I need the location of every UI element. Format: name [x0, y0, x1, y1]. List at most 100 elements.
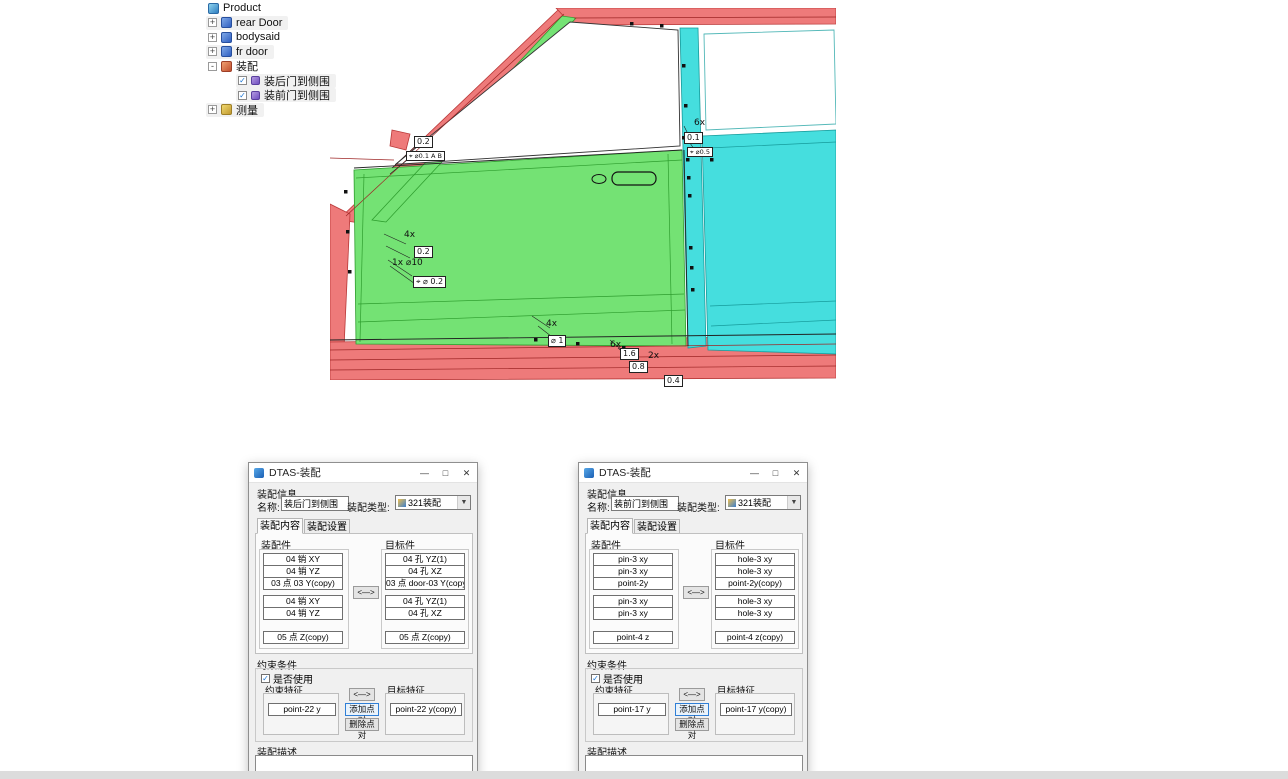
tree-item-label: 装配: [236, 58, 258, 74]
target-item[interactable]: 04 孔 XZ: [385, 607, 465, 620]
maximize-button[interactable]: □: [435, 464, 456, 482]
body-front-fender[interactable]: [330, 204, 350, 348]
dialog-titlebar[interactable]: DTAS-装配 — □ ✕: [579, 463, 807, 483]
tree-item-bodysaid[interactable]: + bodysaid: [206, 30, 286, 44]
expand-plus-icon[interactable]: +: [208, 105, 217, 114]
dtas-dialog-front-door: DTAS-装配 — □ ✕ 装配信息 名称: 装配类型: 321装配 ▼ 装配内…: [578, 462, 808, 779]
target-item[interactable]: 03 点 door-03 Y(copy): [385, 577, 465, 590]
target-feature-item[interactable]: point-17 y(copy): [720, 703, 792, 716]
tree-item-product[interactable]: Product: [206, 1, 267, 15]
tree-item-label: Product: [223, 2, 261, 14]
assembly-type-label: 装配类型:: [677, 499, 720, 514]
close-button[interactable]: ✕: [786, 464, 807, 482]
tab-assembly-content[interactable]: 装配内容: [587, 518, 633, 534]
checkbox-checked-icon[interactable]: ✓: [238, 91, 247, 100]
name-label: 名称:: [257, 499, 280, 514]
assembly-item[interactable]: pin-3 xy: [593, 607, 673, 620]
tree-item-label: rear Door: [236, 17, 282, 29]
minimize-button[interactable]: —: [414, 464, 435, 482]
count-annotation: 6x: [694, 118, 705, 128]
tree-item-assembly[interactable]: - 装配: [206, 59, 264, 73]
assembly-type-icon: [398, 499, 406, 507]
bottom-strip: [0, 771, 1288, 779]
assembly-icon: [221, 61, 232, 72]
dialog-title: DTAS-装配: [599, 465, 744, 480]
swap-button[interactable]: <—>: [349, 688, 375, 701]
collapse-minus-icon[interactable]: -: [208, 62, 217, 71]
delete-point-pair-button[interactable]: 删除点对: [345, 718, 379, 731]
maximize-button[interactable]: □: [765, 464, 786, 482]
measure-icon: [221, 104, 232, 115]
gdt-annotation: ⌖ ⌀0.1 A B: [406, 151, 445, 161]
gdt-annotation: ⌖ ⌀ 0.2: [413, 276, 446, 288]
assembly-feature-icon: [251, 91, 260, 100]
checkbox-checked-icon[interactable]: ✓: [261, 674, 270, 683]
product-tree: Product + rear Door + bodysaid + fr door…: [206, 1, 336, 117]
checkbox-checked-icon[interactable]: ✓: [238, 76, 247, 85]
dialog-title: DTAS-装配: [269, 465, 414, 480]
swap-button[interactable]: <—>: [679, 688, 705, 701]
app-stage: Product + rear Door + bodysaid + fr door…: [0, 0, 1288, 779]
tree-item-assembly-front-door-to-side[interactable]: ✓ 装前门到侧围: [236, 88, 336, 102]
target-feature-item[interactable]: point-22 y(copy): [390, 703, 462, 716]
assembly-type-value: 321装配: [738, 496, 787, 509]
tree-item-fr-door[interactable]: + fr door: [206, 45, 274, 59]
count-annotation: 4x: [404, 230, 415, 240]
part-icon: [221, 17, 232, 28]
constraint-feature-item[interactable]: point-17 y: [598, 703, 666, 716]
tree-item-measure[interactable]: + 测量: [206, 103, 264, 117]
expand-plus-icon[interactable]: +: [208, 47, 217, 56]
assembly-item[interactable]: point-2y: [593, 577, 673, 590]
add-point-pair-button[interactable]: 添加点对: [345, 703, 379, 716]
assembly-type-select[interactable]: 321装配 ▼: [395, 495, 471, 510]
cad-viewport[interactable]: [330, 8, 836, 380]
gdt-annotation: 0.4: [664, 375, 683, 387]
tree-item-assembly-rear-door-to-side[interactable]: ✓ 装后门到侧围: [236, 74, 336, 88]
close-button[interactable]: ✕: [456, 464, 477, 482]
assembly-item[interactable]: 04 销 YZ: [263, 607, 343, 620]
gdt-annotation: 0.2: [414, 136, 433, 148]
delete-point-pair-button[interactable]: 删除点对: [675, 718, 709, 731]
gdt-annotation: ⌖ ⌀0.5: [687, 147, 713, 157]
tree-item-label: 装前门到侧围: [264, 87, 330, 103]
rear-door-panel[interactable]: [702, 130, 836, 354]
assembly-type-icon: [728, 499, 736, 507]
assembly-item[interactable]: 05 点 Z(copy): [263, 631, 343, 644]
car-side-view[interactable]: [330, 8, 836, 380]
name-input[interactable]: [281, 496, 349, 511]
add-point-pair-button[interactable]: 添加点对: [675, 703, 709, 716]
name-label: 名称:: [587, 499, 610, 514]
tree-item-label: fr door: [236, 46, 268, 58]
tab-assembly-content[interactable]: 装配内容: [257, 518, 303, 534]
dtas-dialog-rear-door: DTAS-装配 — □ ✕ 装配信息 名称: 装配类型: 321装配 ▼ 装配内…: [248, 462, 478, 779]
dialog-titlebar[interactable]: DTAS-装配 — □ ✕: [249, 463, 477, 483]
assembly-type-select[interactable]: 321装配 ▼: [725, 495, 801, 510]
tree-item-rear-door[interactable]: + rear Door: [206, 16, 288, 30]
target-item[interactable]: point-2y(copy): [715, 577, 795, 590]
constraint-feature-item[interactable]: point-22 y: [268, 703, 336, 716]
gdt-annotation: 0.8: [629, 361, 648, 373]
gdt-annotation: 0.2: [414, 246, 433, 258]
target-item[interactable]: 05 点 Z(copy): [385, 631, 465, 644]
side-mirror[interactable]: [390, 130, 410, 150]
chevron-down-icon[interactable]: ▼: [787, 496, 800, 509]
target-item[interactable]: hole-3 xy: [715, 607, 795, 620]
expand-plus-icon[interactable]: +: [208, 33, 217, 42]
target-item[interactable]: point-4 z(copy): [715, 631, 795, 644]
name-input[interactable]: [611, 496, 679, 511]
checkbox-checked-icon[interactable]: ✓: [591, 674, 600, 683]
minimize-button[interactable]: —: [744, 464, 765, 482]
assembly-item[interactable]: point-4 z: [593, 631, 673, 644]
body-roof-rail[interactable]: [556, 8, 836, 25]
assembly-type-value: 321装配: [408, 496, 457, 509]
swap-button[interactable]: <—>: [353, 586, 379, 599]
swap-button[interactable]: <—>: [683, 586, 709, 599]
front-door-panel[interactable]: [354, 150, 686, 346]
dtas-app-icon: [584, 468, 594, 478]
part-icon: [221, 32, 232, 43]
expand-plus-icon[interactable]: +: [208, 18, 217, 27]
gdt-annotation: ⌀ 1: [548, 335, 566, 347]
assembly-type-label: 装配类型:: [347, 499, 390, 514]
chevron-down-icon[interactable]: ▼: [457, 496, 470, 509]
assembly-item[interactable]: 03 点 03 Y(copy): [263, 577, 343, 590]
